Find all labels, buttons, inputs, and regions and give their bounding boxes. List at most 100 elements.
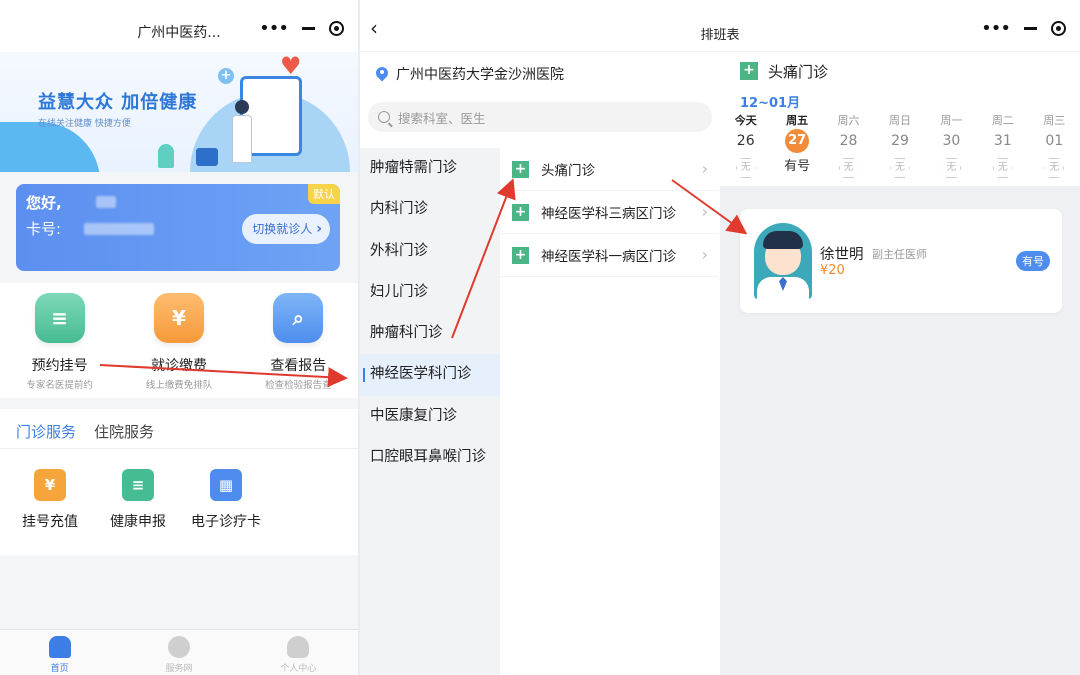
subdepartment-list: + 头痛门诊 › + 神经医学科三病区门诊 › + 神经医学科一病区门诊 › (500, 148, 718, 277)
department-item[interactable]: 外科门诊 (360, 231, 500, 272)
schedule-screen: ‹ 排班表 ••• 广州中医药大学金沙洲医院 搜索科室、医生 肿瘤特需门诊 内科… (360, 0, 1080, 675)
more-dots-icon[interactable]: ••• (981, 19, 1011, 37)
heart-icon: ♥ (280, 52, 302, 80)
date-selected: 27 (785, 129, 810, 153)
money-bag-icon: ¥ (34, 469, 66, 501)
day-list: 今天 26 无 周五 27 有号 周六 28 无 周日 29 无 周一 30 无 周二 31 无 周三 01 无 (720, 112, 1080, 178)
service-label: 健康申报 (110, 514, 166, 530)
tab-outpatient[interactable]: 门诊服务 (16, 421, 76, 448)
service-label: 挂号充值 (22, 514, 78, 530)
department-item[interactable]: 肿瘤特需门诊 (360, 148, 500, 189)
switch-patient-label: 切换就诊人 (252, 222, 313, 236)
department-item[interactable]: 中医康复门诊 (360, 396, 500, 437)
tab-profile[interactable]: 个人中心 (239, 630, 358, 675)
subdepartment-label: 头痛门诊 (541, 163, 595, 179)
tab-inpatient[interactable]: 住院服务 (94, 421, 154, 448)
weekday-label: 周五 (786, 114, 809, 127)
day-column[interactable]: 周五 27 有号 (771, 112, 822, 178)
search-input[interactable]: 搜索科室、医生 (368, 102, 712, 132)
tab-service[interactable]: 服务网 (119, 630, 238, 675)
chevron-right-icon: › (701, 245, 708, 264)
service-e-card[interactable]: ▦ 电子诊疗卡 (190, 469, 262, 531)
department-item[interactable]: 肿瘤科门诊 (360, 313, 500, 354)
nav-bar: 广州中医药... ••• (0, 0, 358, 52)
minimize-icon[interactable] (1024, 27, 1037, 30)
doctor-card[interactable]: 徐世明 副主任医师 ¥20 有号 (740, 209, 1062, 313)
yen-wallet-icon: ¥ (153, 293, 204, 343)
day-column[interactable]: 今天 26 无 (720, 112, 771, 178)
day-column[interactable]: 周六 28 无 (823, 112, 874, 178)
close-target-icon[interactable] (1051, 21, 1066, 36)
tab-label: 个人中心 (280, 664, 317, 674)
quick-action-label: 预约挂号 (31, 358, 88, 374)
close-target-icon[interactable] (329, 21, 344, 36)
banner-title: 益慧大众 加倍健康 (38, 92, 198, 113)
nav-bar: ‹ 排班表 ••• (360, 0, 1080, 52)
service-grid: ¥ 挂号充值 ≡ 健康申报 ▦ 电子诊疗卡 (0, 449, 358, 531)
quick-action-sub: 专家名医提前约 (26, 380, 93, 391)
quick-action-sub: 检查检验报告查 (265, 380, 332, 391)
medical-cross-icon: + (218, 68, 234, 84)
tab-bar: 首页 服务网 个人中心 (0, 629, 358, 675)
clipboard-icon: ≡ (122, 469, 154, 501)
quick-action-appointment[interactable]: ≡ 预约挂号 专家名医提前约 (0, 283, 119, 398)
mini-program-capsule: ••• (259, 19, 344, 37)
department-item[interactable]: 妇儿门诊 (360, 272, 500, 313)
subdepartment-item[interactable]: + 头痛门诊 › (500, 148, 718, 191)
availability-status: 无 (838, 158, 859, 178)
minimize-icon[interactable] (302, 27, 315, 30)
day-column[interactable]: 周日 29 无 (874, 112, 925, 178)
quick-action-payment[interactable]: ¥ 就诊缴费 线上缴费免排队 (119, 283, 238, 398)
date-number: 31 (993, 133, 1012, 149)
availability-status: 无 (1044, 158, 1065, 178)
hospital-selector[interactable]: 广州中医药大学金沙洲医院 (376, 64, 564, 84)
greeting: 您好, (26, 194, 62, 212)
service-section: 门诊服务 住院服务 ¥ 挂号充值 ≡ 健康申报 ▦ 电子诊疗卡 (0, 409, 358, 555)
clinic-header: + 头痛门诊 (720, 52, 1080, 90)
plus-bookmark-icon: + (740, 62, 758, 80)
day-column[interactable]: 周一 30 无 (926, 112, 977, 178)
calendar-list-icon: ≡ (34, 293, 85, 343)
weekday-label: 今天 (734, 114, 757, 127)
subdepartment-item[interactable]: + 神经医学科三病区门诊 › (500, 191, 718, 234)
department-item-active[interactable]: 神经医学科门诊 (360, 354, 500, 396)
tab-home[interactable]: 首页 (0, 630, 119, 675)
service-recharge[interactable]: ¥ 挂号充值 (14, 469, 86, 531)
weekday-label: 周一 (940, 114, 963, 127)
day-column[interactable]: 周三 01 无 (1029, 112, 1080, 178)
date-number: 01 (1045, 133, 1064, 149)
date-number: 28 (839, 133, 858, 149)
plus-bookmark-icon: + (512, 203, 529, 221)
subdepartment-label: 神经医学科三病区门诊 (541, 206, 676, 222)
subdepartment-item[interactable]: + 神经医学科一病区门诊 › (500, 234, 718, 277)
availability-status: 无 (992, 158, 1013, 178)
chevron-right-icon: › (701, 202, 708, 221)
hospital-header: 广州中医药大学金沙洲医院 搜索科室、医生 (360, 52, 720, 148)
report-search-icon: ⌕ (273, 293, 324, 343)
day-column[interactable]: 周二 31 无 (977, 112, 1028, 178)
search-placeholder: 搜索科室、医生 (398, 110, 486, 126)
more-dots-icon[interactable]: ••• (259, 19, 289, 37)
medical-bag-illustration (196, 148, 218, 166)
service-health-declaration[interactable]: ≡ 健康申报 (102, 469, 174, 531)
department-item[interactable]: 内科门诊 (360, 189, 500, 230)
plant-illustration (158, 144, 174, 168)
date-number: 29 (891, 133, 909, 149)
plus-bookmark-icon: + (512, 246, 529, 264)
location-pin-icon (376, 67, 388, 82)
search-icon (378, 111, 390, 123)
department-item[interactable]: 口腔眼耳鼻喉门诊 (360, 437, 500, 478)
date-number: 30 (942, 133, 961, 149)
tab-label: 服务网 (165, 664, 193, 674)
switch-patient-button[interactable]: 切换就诊人 › (242, 214, 330, 244)
banner-wave-decoration (0, 122, 100, 172)
department-list: 肿瘤特需门诊 内科门诊 外科门诊 妇儿门诊 肿瘤科门诊 神经医学科门诊 中医康复… (360, 148, 500, 675)
weekday-label: 周三 (1043, 114, 1066, 127)
card-number-label: 卡号: (26, 220, 62, 238)
banner[interactable]: + ♥ 益慧大众 加倍健康 在线关注健康 快捷方便 (0, 52, 358, 172)
quick-action-report[interactable]: ⌕ 查看报告 检查检验报告查 (239, 283, 358, 398)
quick-action-label: 查看报告 (270, 358, 327, 374)
doctor-avatar (754, 223, 812, 299)
availability-badge[interactable]: 有号 (1016, 251, 1050, 271)
patient-name-redacted (96, 196, 116, 208)
